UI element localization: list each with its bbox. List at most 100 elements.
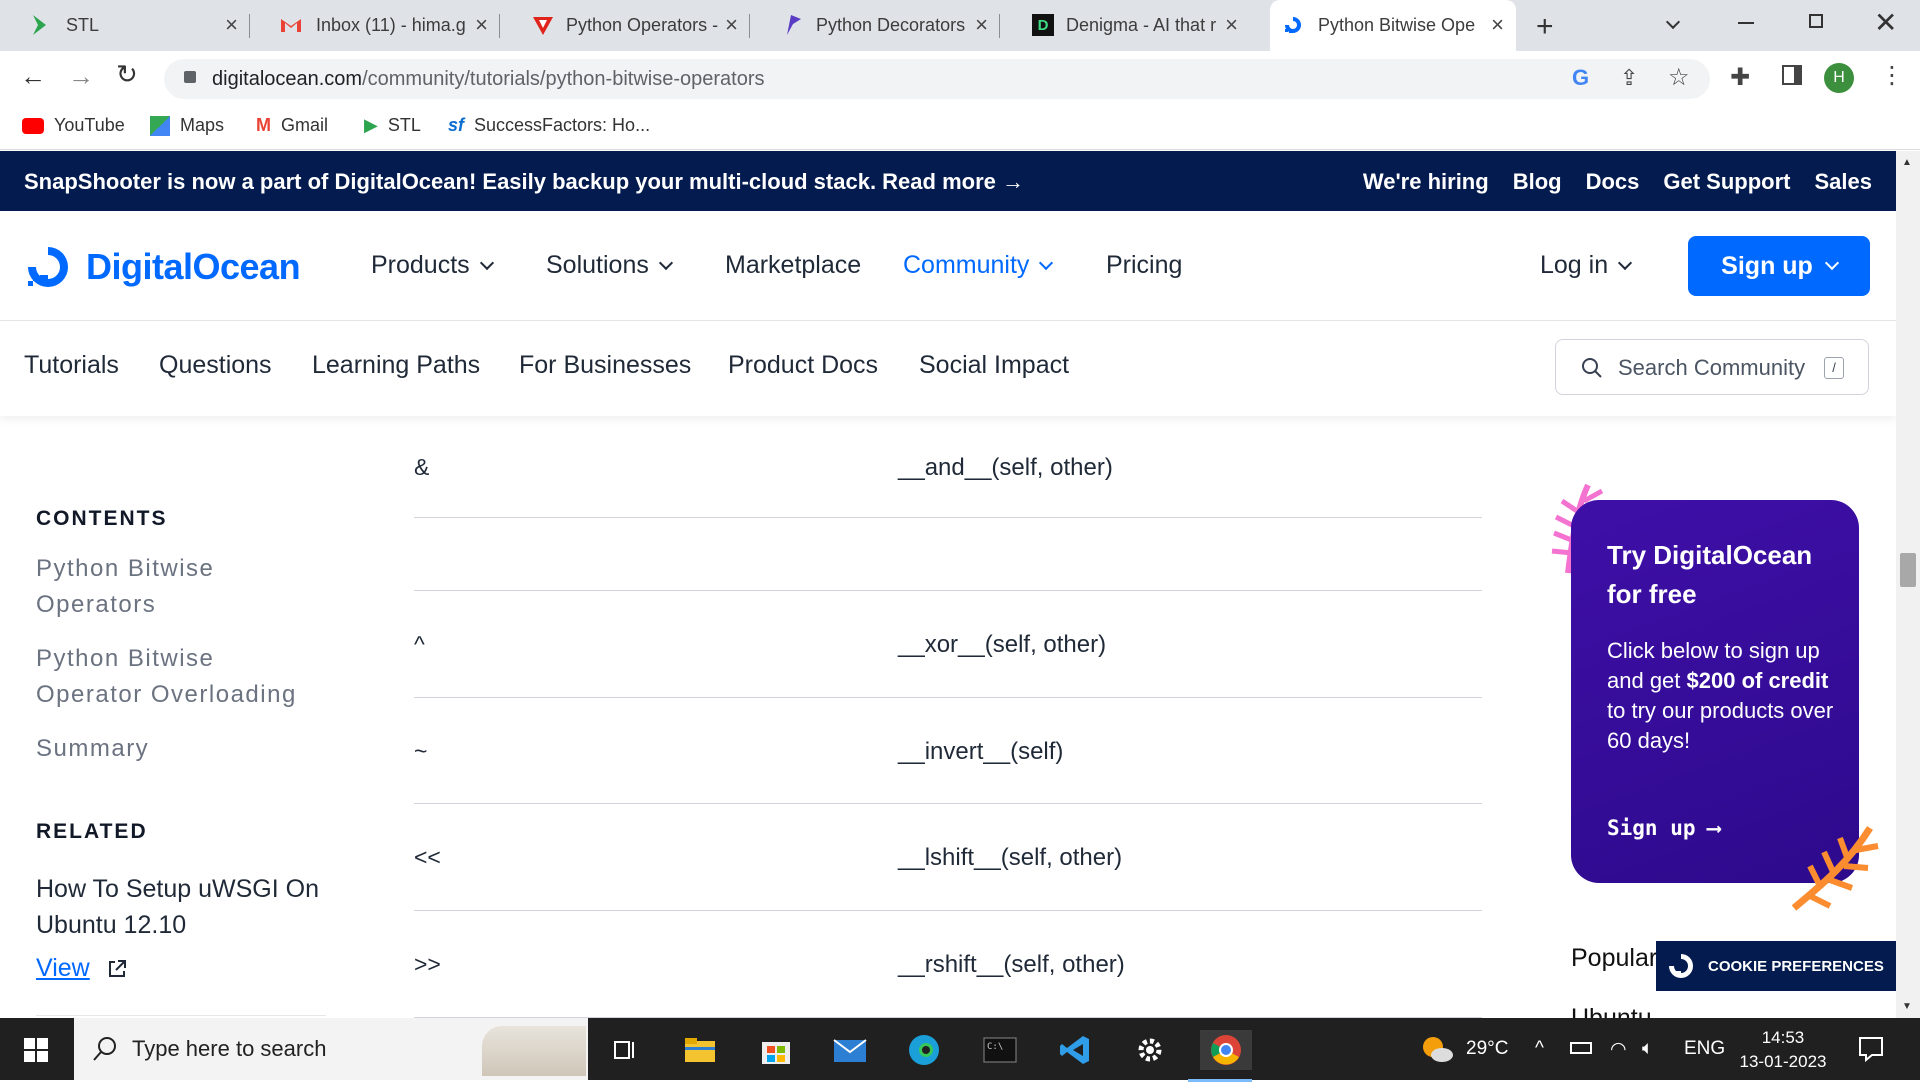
divider	[36, 1015, 326, 1016]
subnav-learning-paths[interactable]: Learning Paths	[312, 351, 480, 380]
table-row	[414, 518, 1482, 591]
minimize-icon[interactable]	[1738, 22, 1754, 24]
search-highlight-illustration	[482, 1026, 586, 1076]
new-tab-icon[interactable]: +	[1536, 10, 1554, 44]
nav-community[interactable]: Community	[903, 251, 1054, 280]
close-icon[interactable]: ×	[225, 12, 238, 38]
close-icon[interactable]: ×	[1491, 12, 1504, 38]
digitalocean-icon	[1669, 954, 1693, 978]
file-explorer-icon[interactable]	[680, 1030, 720, 1070]
link-docs[interactable]: Docs	[1586, 169, 1640, 195]
weather-icon[interactable]	[1420, 1034, 1454, 1069]
extensions-icon[interactable]: ✚	[1730, 63, 1750, 92]
settings-gear-icon[interactable]	[1130, 1030, 1170, 1070]
side-panel-icon[interactable]	[1782, 65, 1802, 85]
cookie-preferences-button[interactable]: COOKIE PREFERENCES	[1656, 941, 1896, 991]
popular-heading: Popular	[1571, 944, 1658, 972]
reload-icon[interactable]: ↻	[116, 59, 138, 90]
microsoft-store-icon[interactable]	[756, 1030, 796, 1070]
forward-icon[interactable]: →	[68, 61, 94, 92]
subnav-product-docs[interactable]: Product Docs	[728, 351, 878, 380]
google-lens-icon[interactable]: G	[1572, 65, 1589, 91]
clock[interactable]: 14:53 13-01-2023	[1738, 1026, 1828, 1074]
search-input[interactable]: Search Community /	[1555, 339, 1869, 395]
close-icon[interactable]: ×	[475, 12, 488, 38]
signup-button[interactable]: Sign up	[1688, 236, 1870, 296]
temperature-text[interactable]: 29°C	[1466, 1038, 1508, 1060]
windows-start-icon[interactable]	[24, 1038, 48, 1062]
show-hidden-icons-icon[interactable]: ^	[1535, 1038, 1544, 1060]
tab-search-icon[interactable]	[1665, 14, 1681, 32]
popular-item[interactable]: Ubuntu	[1571, 999, 1652, 1018]
subnav-social-impact[interactable]: Social Impact	[919, 351, 1069, 380]
link-blog[interactable]: Blog	[1513, 169, 1562, 195]
taskbar-search-input[interactable]: Type here to search	[74, 1018, 588, 1080]
nav-solutions[interactable]: Solutions	[546, 251, 673, 280]
link-hiring[interactable]: We're hiring	[1363, 169, 1489, 195]
link-sales[interactable]: Sales	[1815, 169, 1873, 195]
subnav-questions[interactable]: Questions	[159, 351, 272, 380]
toc-link[interactable]: Python Bitwise Operators	[36, 551, 326, 623]
menu-icon[interactable]: ⋮	[1880, 61, 1904, 90]
related-heading: RELATED	[36, 820, 148, 843]
tab-python-decorators[interactable]: Python Decorators ×	[750, 0, 1000, 51]
digitalocean-icon	[1282, 14, 1304, 36]
login-link[interactable]: Log in	[1540, 251, 1633, 280]
scroll-down-icon[interactable]: ▼	[1902, 1001, 1912, 1012]
back-icon[interactable]: ←	[20, 61, 46, 92]
link-support[interactable]: Get Support	[1663, 169, 1790, 195]
close-icon[interactable]: ×	[725, 12, 738, 38]
page-scrollbar[interactable]: ▲ ▼	[1896, 151, 1920, 1018]
tab-python-bitwise[interactable]: Python Bitwise Ope ×	[1270, 0, 1516, 51]
scroll-up-icon[interactable]: ▲	[1902, 157, 1912, 168]
subnav-tutorials[interactable]: Tutorials	[24, 351, 119, 380]
chrome-icon[interactable]	[1188, 1030, 1252, 1082]
operator-cell: >>	[414, 951, 441, 977]
toc-link[interactable]: Summary	[36, 731, 326, 767]
task-view-icon[interactable]	[606, 1030, 646, 1070]
lock-icon[interactable]	[184, 71, 196, 83]
bookmark-stl[interactable]: ▶ STL	[364, 115, 421, 136]
battery-icon[interactable]	[1570, 1042, 1592, 1054]
share-icon[interactable]: ⇪	[1620, 65, 1638, 91]
window-close-icon[interactable]: ✕	[1874, 6, 1897, 39]
close-icon[interactable]: ×	[975, 12, 988, 38]
nav-marketplace[interactable]: Marketplace	[725, 251, 861, 280]
edge-icon[interactable]	[904, 1030, 944, 1070]
card-signup-link[interactable]: Sign up ⟶	[1607, 816, 1720, 840]
gmail-icon	[280, 14, 302, 36]
wifi-icon[interactable]: ◠	[1610, 1038, 1627, 1061]
vscode-icon[interactable]	[1055, 1030, 1095, 1070]
bookmark-maps[interactable]: Maps	[150, 115, 224, 136]
digitalocean-logo-icon	[28, 247, 68, 287]
bookmark-youtube[interactable]: YouTube	[22, 115, 125, 136]
related-article-title[interactable]: How To Setup uWSGI On Ubuntu 12.10	[36, 871, 326, 943]
bookmark-successfactors[interactable]: sf SuccessFactors: Ho...	[448, 115, 650, 136]
scrollbar-thumb[interactable]	[1900, 553, 1916, 587]
nav-pricing[interactable]: Pricing	[1106, 251, 1182, 280]
terminal-icon[interactable]: C:\	[980, 1030, 1020, 1070]
language-indicator[interactable]: ENG	[1684, 1038, 1725, 1060]
bookmark-gmail[interactable]: M Gmail	[256, 115, 328, 136]
tab-gmail[interactable]: Inbox (11) - hima.g ×	[250, 0, 500, 51]
coral-decoration-icon	[1791, 826, 1879, 911]
subnav-for-businesses[interactable]: For Businesses	[519, 351, 691, 380]
external-link-icon	[108, 959, 126, 977]
tab-stl[interactable]: STL ×	[0, 0, 250, 51]
announcement-link[interactable]: SnapShooter is now a part of DigitalOcea…	[24, 169, 1024, 195]
nav-products[interactable]: Products	[371, 251, 494, 280]
view-link[interactable]: View	[36, 954, 128, 983]
close-icon[interactable]: ×	[1225, 12, 1238, 38]
notification-icon[interactable]	[1858, 1036, 1884, 1062]
bookmark-star-icon[interactable]: ☆	[1668, 63, 1690, 92]
method-cell: __and__(self, other)	[898, 454, 1113, 481]
volume-icon[interactable]: 🔈︎	[1642, 1038, 1653, 1060]
mail-icon[interactable]	[830, 1030, 870, 1070]
tab-denigma[interactable]: D Denigma - AI that r ×	[1000, 0, 1250, 51]
profile-avatar[interactable]: H	[1824, 63, 1854, 93]
digitalocean-logo[interactable]: DigitalOcean	[24, 243, 301, 291]
tab-python-operators[interactable]: Python Operators - ×	[500, 0, 750, 51]
restore-icon[interactable]	[1809, 14, 1823, 28]
toc-link[interactable]: Python Bitwise Operator Overloading	[36, 641, 326, 713]
address-bar[interactable]: digitalocean.com/community/tutorials/pyt…	[164, 59, 1710, 99]
